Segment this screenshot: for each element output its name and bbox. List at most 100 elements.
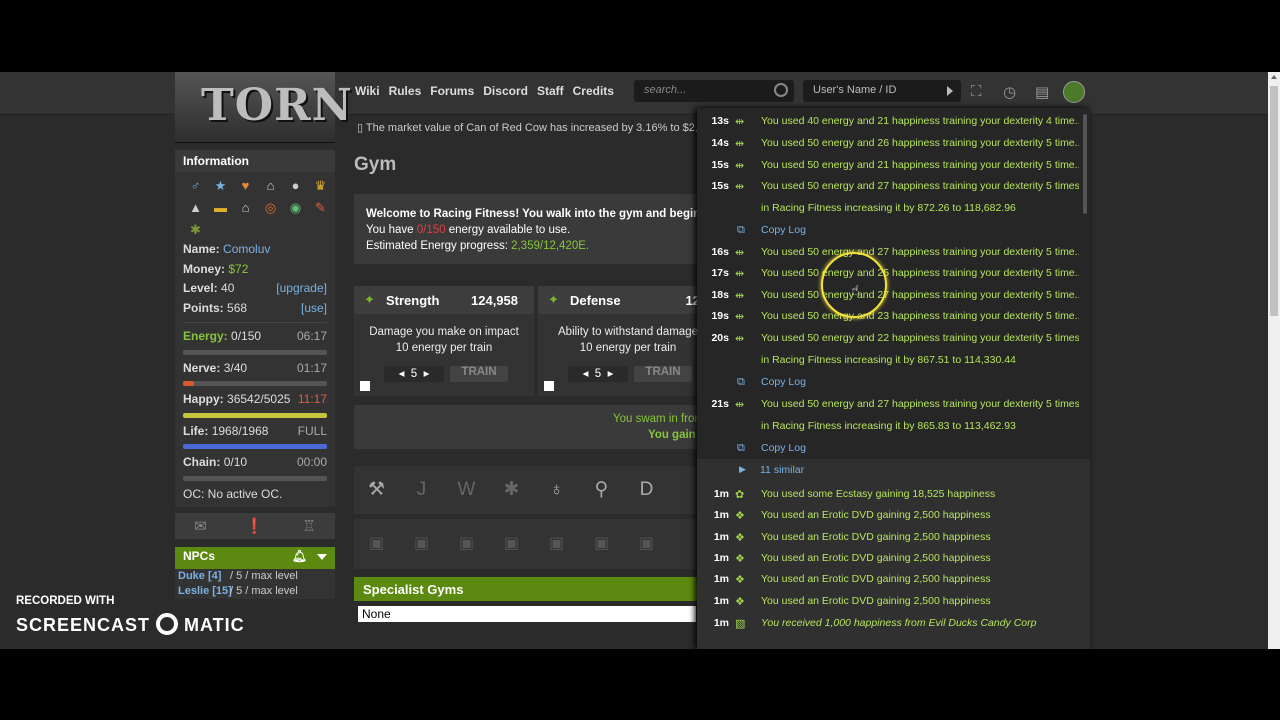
log-entry[interactable]: 1m ▧ You received 1,000 happiness from Evi… <box>697 613 1090 649</box>
sidebar-header: Information <box>175 150 335 172</box>
gym-icon-4[interactable]: ✱ <box>489 466 534 514</box>
arrow-right-icon[interactable] <box>947 86 953 96</box>
market-ticker: ▯ The market value of Can of Red Cow has… <box>357 122 697 134</box>
hat-icon[interactable]: ▲ <box>183 200 208 216</box>
binoculars-icon[interactable]: ⛶ <box>971 83 982 100</box>
upgrade-link[interactable]: [upgrade] <box>276 281 327 295</box>
education-icon[interactable]: ◉ <box>283 200 308 216</box>
bank-icon[interactable]: ⌂ <box>258 178 283 194</box>
dumbbell-icon: ⇹ <box>735 160 745 172</box>
dumbbell-icon: ⇹ <box>735 116 745 128</box>
log-entry[interactable]: 1m ❖ You used an Erotic DVD gaining 2,500 … <box>697 569 1090 591</box>
gym-icon-6[interactable]: ⚲ <box>579 466 624 514</box>
heart-icon[interactable]: ♥ <box>233 178 258 194</box>
alert-icon[interactable]: ❗ <box>245 517 264 535</box>
level-row: Level: 40 [upgrade] <box>183 281 327 295</box>
oc-status: OC: No active OC. <box>183 486 283 501</box>
points-row: Points: 568 [use] <box>183 300 327 315</box>
name-row: Name: Comoluv <box>183 242 271 256</box>
money-row: Money: $72 <box>183 261 249 276</box>
nerve-bar <box>183 381 327 386</box>
log-entry[interactable]: 1m ✿ You used some Ecstasy gaining 18,525 … <box>697 482 1090 504</box>
gym-icon-5[interactable]: ♁ <box>534 466 579 514</box>
lock-icon: ▣ <box>503 535 520 552</box>
use-points-link[interactable]: [use] <box>301 301 327 315</box>
strength-panel: ✦ Strength 124,958 Damage you make on impa… <box>354 286 534 396</box>
page-scrollbar[interactable] <box>1268 72 1280 649</box>
nav-forums[interactable]: Forums <box>430 84 474 98</box>
specialist-gym-select[interactable]: None <box>358 606 696 622</box>
coin-icon[interactable]: ● <box>283 178 308 194</box>
quantity-stepper[interactable]: ◂ 5 ▸ <box>568 366 628 382</box>
trophy-icon[interactable]: ♛ <box>308 178 333 194</box>
lock-icon: ▣ <box>413 535 430 552</box>
dumbbell-icon: ⇹ <box>735 247 745 259</box>
caret-right-icon: ▶ <box>739 464 746 474</box>
lock-icon: ▣ <box>548 535 565 552</box>
chevron-down-icon[interactable] <box>317 553 327 560</box>
quantity-stepper[interactable]: ◂ 5 ▸ <box>384 366 444 382</box>
log-entry[interactable]: 1m ❖ You used an Erotic DVD gaining 2,500 … <box>697 504 1090 526</box>
nav-discord[interactable]: Discord <box>483 84 528 98</box>
sidebar-info: ♂ ★ ♥ ⌂ ● ♛ ▲ ▬ ⌂ ◎ ◉ ✎ ✱ Name: Comoluv … <box>175 172 335 507</box>
search-placeholder: search... <box>644 84 687 96</box>
lock-icon: ▣ <box>458 535 475 552</box>
happy-row[interactable]: Happy: 36542/5025 11:17 <box>183 392 327 412</box>
main-nav: Wiki Rules Forums Discord Staff Credits <box>355 84 614 98</box>
gym-icon-2[interactable]: J <box>399 466 444 514</box>
cannabis-icon[interactable]: ✱ <box>183 222 208 238</box>
user-select-label: User's Name / ID <box>813 84 897 96</box>
gift-icon: ❖ <box>735 574 745 586</box>
gym-icon-7[interactable]: D <box>624 466 669 514</box>
gift-icon: ❖ <box>735 510 745 522</box>
user-select[interactable]: User's Name / ID <box>803 80 961 102</box>
clock-icon[interactable]: ◷ <box>1003 83 1016 101</box>
card-icon[interactable]: ▬ <box>208 200 233 216</box>
nav-rules[interactable]: Rules <box>389 84 422 98</box>
log-entry[interactable]: 1m ❖ You used an Erotic DVD gaining 2,500 … <box>697 526 1090 548</box>
npcs-header[interactable]: NPCs 🔔︎ <box>175 546 335 569</box>
gym-welcome: Welcome to Racing Fitness! You walk into… <box>354 194 722 264</box>
gym-icon-3[interactable]: W <box>444 466 489 514</box>
defense-checkbox[interactable] <box>544 381 554 391</box>
scroll-thumb[interactable] <box>1270 86 1278 316</box>
torn-logo[interactable]: TORN <box>175 72 352 143</box>
lock-icon: ▣ <box>368 535 385 552</box>
copy-icon: ⧉ <box>737 224 745 236</box>
gym-list: ⚒ J W ✱ ♁ ⚲ D <box>354 466 698 514</box>
life-row[interactable]: Life: 1968/1968 FULL <box>183 424 327 444</box>
player-name[interactable]: Comoluv <box>223 242 270 256</box>
specialist-gyms-header[interactable]: Specialist Gyms <box>354 577 698 601</box>
strength-checkbox[interactable] <box>360 381 370 391</box>
log-entry[interactable]: 1m ❖ You used an Erotic DVD gaining 2,500 … <box>697 548 1090 569</box>
ecstasy-icon: ✿ <box>735 489 745 501</box>
avatar[interactable] <box>1063 81 1085 103</box>
energy-row[interactable]: Energy: 0/150 06:17 <box>183 329 327 349</box>
search-input[interactable]: search... <box>634 80 794 102</box>
building-icon[interactable]: ⌂ <box>233 200 258 216</box>
mail-icon[interactable]: ✉ <box>194 517 207 535</box>
log-entry[interactable]: 1m ❖ You used an Erotic DVD gaining 2,500 … <box>697 591 1090 613</box>
locked-gyms: ▣ ▣ ▣ ▣ ▣ ▣ ▣ <box>354 519 698 569</box>
train-result: You swam in fron You gain <box>354 405 701 449</box>
gym-icon-1[interactable]: ⚒ <box>354 466 399 514</box>
nerve-row[interactable]: Nerve: 3/40 01:17 <box>183 361 327 381</box>
nav-staff[interactable]: Staff <box>537 84 564 98</box>
search-icon[interactable] <box>774 83 788 97</box>
clipboard-icon[interactable]: ▤ <box>1035 83 1049 101</box>
npc-item[interactable]: Duke [4]/ 5 / max level <box>175 568 335 584</box>
target-icon[interactable]: ◎ <box>258 200 283 216</box>
syringe-icon[interactable]: ✎ <box>308 200 333 216</box>
chain-row[interactable]: Chain: 0/10 00:00 <box>183 455 327 475</box>
star-icon[interactable]: ★ <box>208 178 233 194</box>
medal-icon[interactable]: ♖ <box>302 517 315 535</box>
npc-item[interactable]: Leslie [15]/ 5 / max level <box>175 583 335 599</box>
similar-toggle[interactable]: ▶ 11 similar <box>697 459 1090 482</box>
nav-credits[interactable]: Credits <box>573 84 614 98</box>
log-scrollbar[interactable] <box>1083 114 1087 214</box>
male-icon[interactable]: ♂ <box>183 178 208 194</box>
train-strength-button[interactable]: TRAIN <box>450 366 508 382</box>
bell-icon[interactable]: 🔔︎ <box>292 549 307 563</box>
nav-wiki[interactable]: Wiki <box>355 84 380 98</box>
train-defense-button[interactable]: TRAIN <box>634 366 692 382</box>
